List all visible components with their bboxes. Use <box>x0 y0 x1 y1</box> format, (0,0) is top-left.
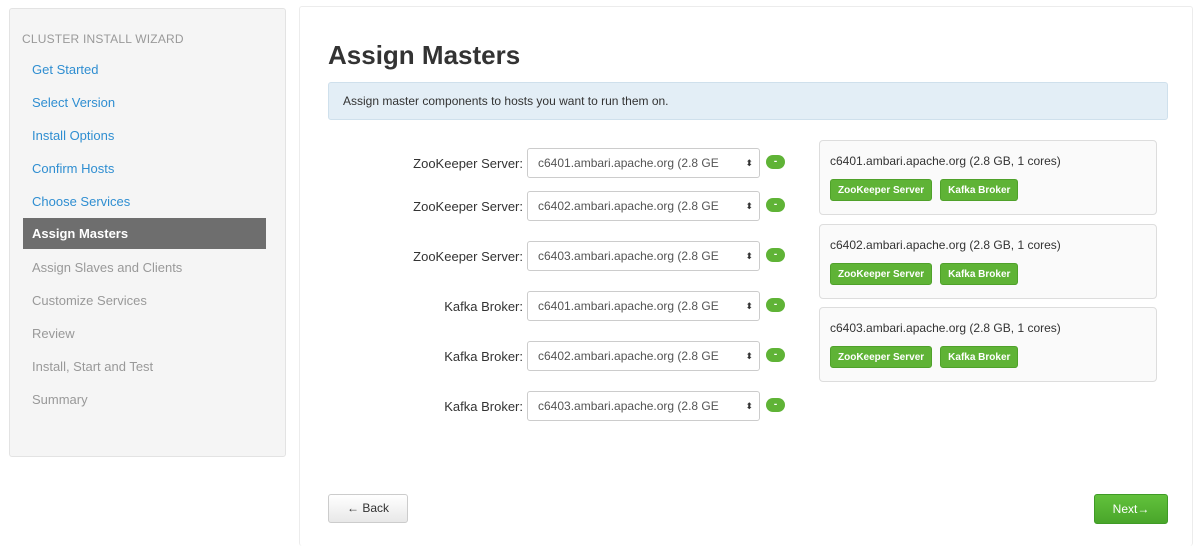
step-select-version[interactable]: Select Version <box>23 86 266 119</box>
host-select[interactable]: c6402.ambari.apache.org (2.8 GE ⬍ <box>527 191 760 221</box>
host-name: c6402.ambari.apache.org (2.8 GB, 1 cores… <box>830 238 1061 252</box>
component-label: Kafka Broker: <box>444 399 523 414</box>
select-arrows-icon: ⬍ <box>745 158 753 168</box>
host-summary-card: c6402.ambari.apache.org (2.8 GB, 1 cores… <box>819 224 1157 299</box>
wizard-steps: Get Started Select Version Install Optio… <box>23 53 266 416</box>
host-select[interactable]: c6403.ambari.apache.org (2.8 GE ⬍ <box>527 391 760 421</box>
select-arrows-icon: ⬍ <box>745 401 753 411</box>
step-install-options[interactable]: Install Options <box>23 119 266 152</box>
host-select[interactable]: c6403.ambari.apache.org (2.8 GE ⬍ <box>527 241 760 271</box>
select-arrows-icon: ⬍ <box>745 251 753 261</box>
page-title: Assign Masters <box>328 40 521 70</box>
info-alert: Assign master components to hosts you wa… <box>328 82 1168 120</box>
component-badges: ZooKeeper Server Kafka Broker <box>830 346 1019 368</box>
select-arrows-icon: ⬍ <box>745 201 753 211</box>
host-summary-card: c6403.ambari.apache.org (2.8 GB, 1 cores… <box>819 307 1157 382</box>
remove-component-button[interactable]: - <box>766 398 785 412</box>
remove-component-button[interactable]: - <box>766 198 785 212</box>
remove-component-button[interactable]: - <box>766 155 785 169</box>
host-summary-card: c6401.ambari.apache.org (2.8 GB, 1 cores… <box>819 140 1157 215</box>
step-assign-masters[interactable]: Assign Masters <box>23 218 266 249</box>
step-assign-slaves-clients: Assign Slaves and Clients <box>32 260 183 275</box>
step-confirm-hosts[interactable]: Confirm Hosts <box>23 152 266 185</box>
assignment-row: Kafka Broker: c6403.ambari.apache.org (2… <box>330 391 800 421</box>
assignment-row: Kafka Broker: c6401.ambari.apache.org (2… <box>330 291 800 321</box>
component-label: ZooKeeper Server: <box>413 249 523 264</box>
assignment-row: ZooKeeper Server: c6401.ambari.apache.or… <box>330 148 800 178</box>
component-label: ZooKeeper Server: <box>413 156 523 171</box>
step-summary: Summary <box>32 392 88 407</box>
step-customize-services: Customize Services <box>32 293 147 308</box>
next-button[interactable]: Next→ <box>1094 494 1168 524</box>
component-badge: Kafka Broker <box>940 263 1019 285</box>
host-select[interactable]: c6401.ambari.apache.org (2.8 GE ⬍ <box>527 291 760 321</box>
assignment-row: Kafka Broker: c6402.ambari.apache.org (2… <box>330 341 800 371</box>
assignment-row: ZooKeeper Server: c6403.ambari.apache.or… <box>330 241 800 271</box>
remove-component-button[interactable]: - <box>766 298 785 312</box>
select-arrows-icon: ⬍ <box>745 301 753 311</box>
step-get-started[interactable]: Get Started <box>23 53 266 86</box>
component-badge: ZooKeeper Server <box>830 263 933 285</box>
step-review: Review <box>32 326 75 341</box>
sidebar-heading: CLUSTER INSTALL WIZARD <box>22 32 184 46</box>
component-badge: Kafka Broker <box>940 179 1019 201</box>
component-badges: ZooKeeper Server Kafka Broker <box>830 179 1019 201</box>
component-badge: ZooKeeper Server <box>830 346 933 368</box>
host-name: c6403.ambari.apache.org (2.8 GB, 1 cores… <box>830 321 1061 335</box>
remove-component-button[interactable]: - <box>766 248 785 262</box>
step-choose-services[interactable]: Choose Services <box>23 185 266 218</box>
host-name: c6401.ambari.apache.org (2.8 GB, 1 cores… <box>830 154 1061 168</box>
component-label: Kafka Broker: <box>444 349 523 364</box>
component-label: ZooKeeper Server: <box>413 199 523 214</box>
host-select[interactable]: c6401.ambari.apache.org (2.8 GE ⬍ <box>527 148 760 178</box>
component-label: Kafka Broker: <box>444 299 523 314</box>
component-badge: Kafka Broker <box>940 346 1019 368</box>
component-badges: ZooKeeper Server Kafka Broker <box>830 263 1019 285</box>
assignment-row: ZooKeeper Server: c6402.ambari.apache.or… <box>330 191 800 221</box>
component-badge: ZooKeeper Server <box>830 179 933 201</box>
step-install-start-test: Install, Start and Test <box>32 359 154 374</box>
select-arrows-icon: ⬍ <box>745 351 753 361</box>
host-select[interactable]: c6402.ambari.apache.org (2.8 GE ⬍ <box>527 341 760 371</box>
remove-component-button[interactable]: - <box>766 348 785 362</box>
back-button[interactable]: ← Back <box>328 494 408 523</box>
